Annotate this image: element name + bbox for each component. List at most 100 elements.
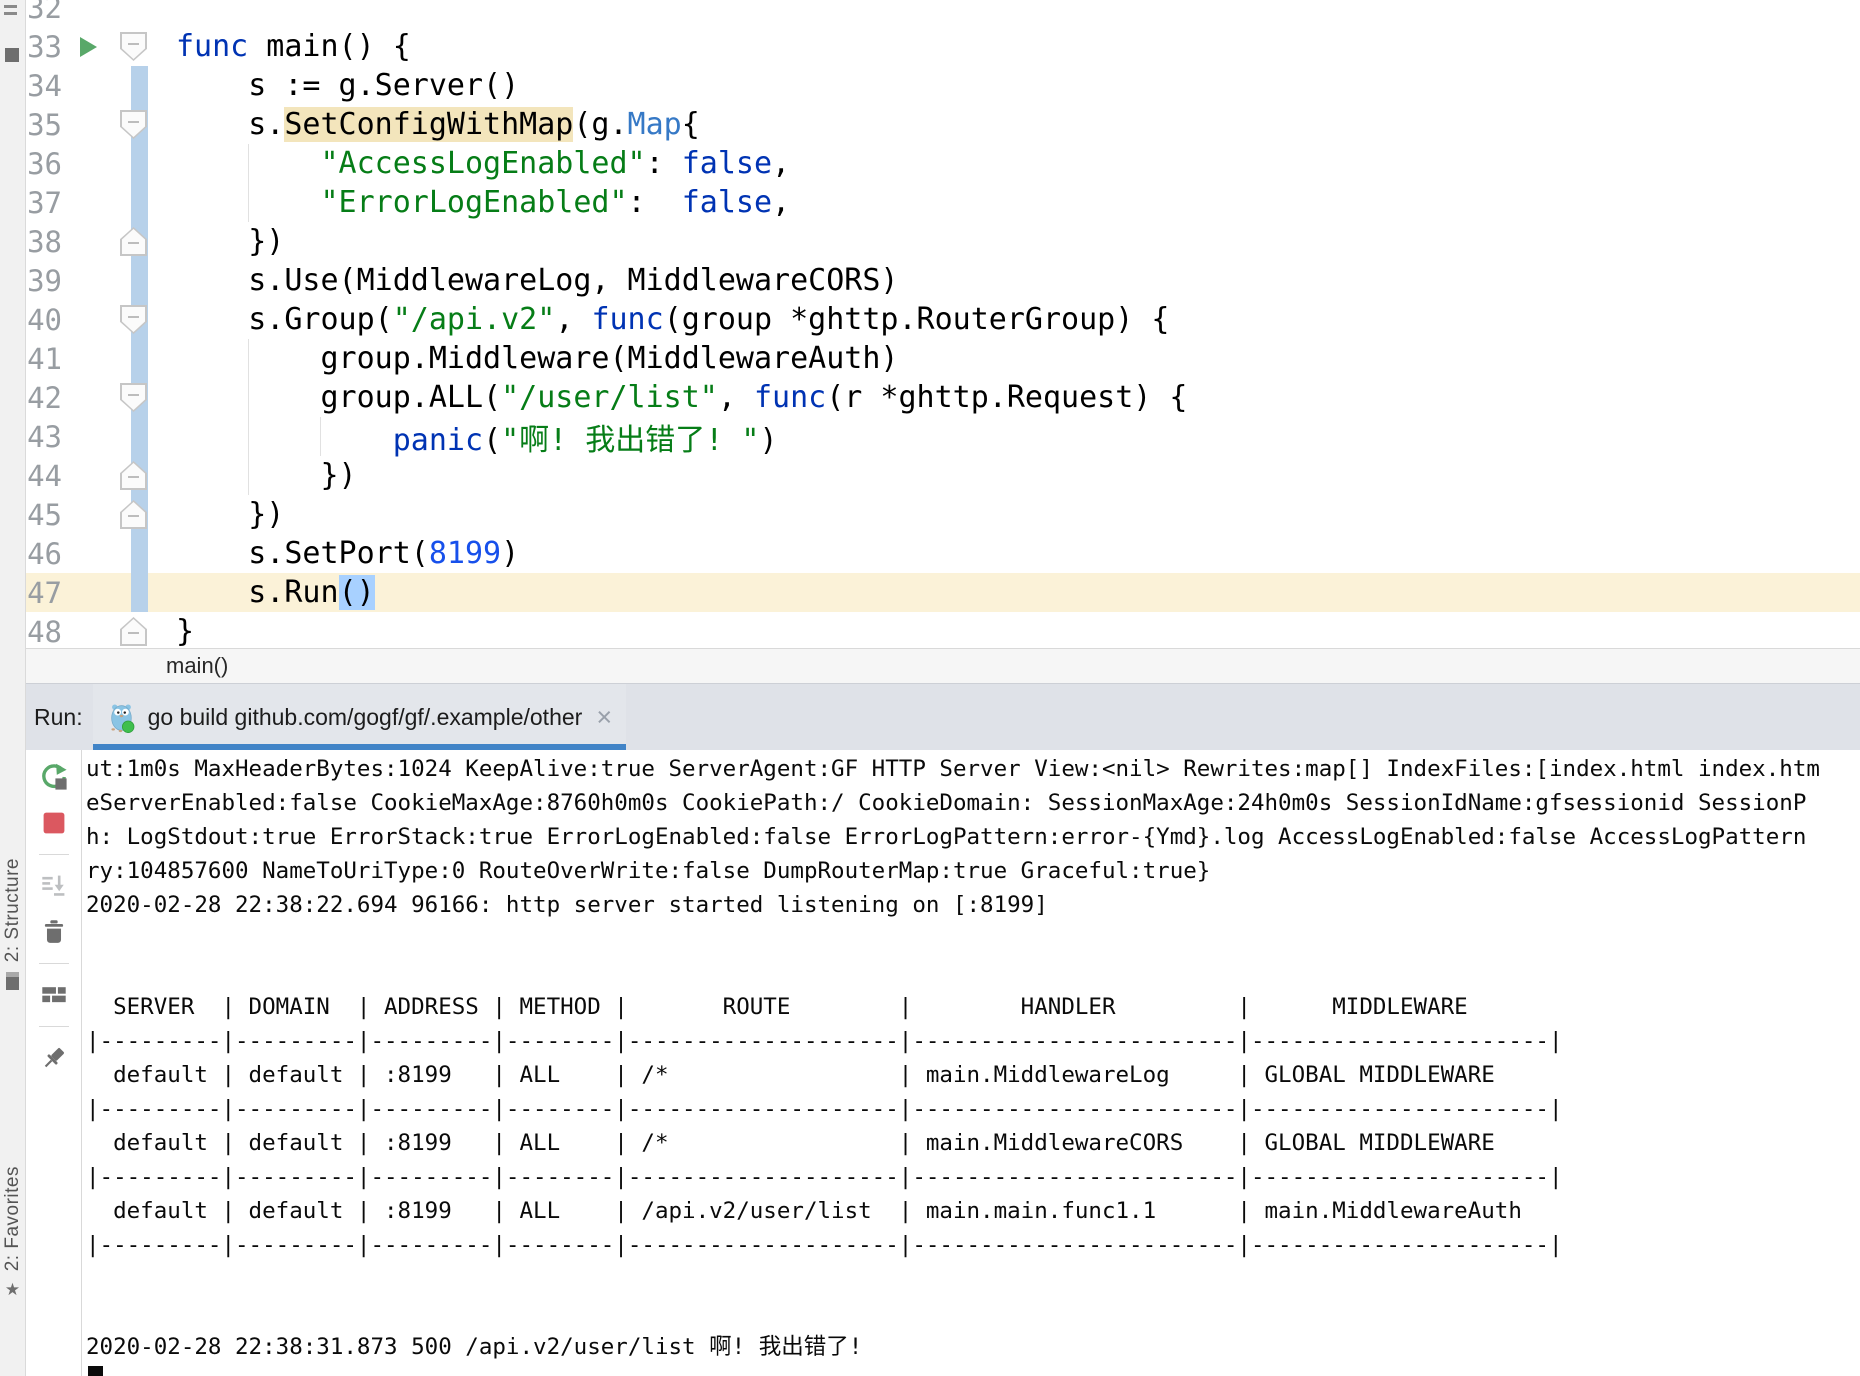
terminal-cursor xyxy=(88,1366,103,1376)
scroll-to-end-icon[interactable] xyxy=(39,871,69,901)
line-number[interactable]: 41 xyxy=(26,342,62,376)
gutter-marker-cell xyxy=(110,261,171,300)
vcs-change-marker xyxy=(131,183,148,222)
stop-icon[interactable] xyxy=(39,808,69,838)
line-number[interactable]: 40 xyxy=(26,303,62,337)
gutter-marker-cell xyxy=(110,417,171,456)
console-text[interactable]: ut:1m0s MaxHeaderBytes:1024 KeepAlive:tr… xyxy=(86,752,1860,1376)
line-number[interactable]: 39 xyxy=(26,264,62,298)
tool-window-stripe: 2: Structure 2: Favorites ★ xyxy=(0,0,26,1376)
code-line[interactable]: 46 s.SetPort(8199) xyxy=(26,534,1860,573)
line-number[interactable]: 33 xyxy=(26,30,62,64)
line-number[interactable]: 47 xyxy=(26,576,62,610)
code-text: "ErrorLogEnabled": false, xyxy=(171,185,1860,220)
run-gutter-icon[interactable] xyxy=(80,37,97,57)
toolbar-separator xyxy=(39,963,69,964)
favorites-label: 2: Favorites xyxy=(2,1166,24,1271)
run-toolbar xyxy=(26,750,82,1376)
fold-marker[interactable] xyxy=(120,110,147,139)
rerun-icon[interactable] xyxy=(39,762,69,792)
line-number[interactable]: 35 xyxy=(26,108,62,142)
code-text: group.Middleware(MiddlewareAuth) xyxy=(171,341,1860,376)
gutter-marker-cell xyxy=(110,222,171,261)
line-number[interactable]: 45 xyxy=(26,498,62,532)
line-number[interactable]: 36 xyxy=(26,147,62,181)
gutter-marker-cell xyxy=(110,495,171,534)
code-line[interactable]: 43 panic("啊! 我出错了! ") xyxy=(26,417,1860,456)
code-line[interactable]: 45 }) xyxy=(26,495,1860,534)
close-icon[interactable]: × xyxy=(596,704,612,731)
code-line[interactable]: 40 s.Group("/api.v2", func(group *ghttp.… xyxy=(26,300,1860,339)
code-text: func main() { xyxy=(171,29,1860,64)
gutter-marker-cell xyxy=(110,183,171,222)
code-line[interactable]: 33 func main() { xyxy=(26,27,1860,66)
code-line[interactable]: 42 group.ALL("/user/list", func(r *ghttp… xyxy=(26,378,1860,417)
pin-icon[interactable] xyxy=(39,1043,69,1073)
ide-window: 2: Structure 2: Favorites ★ 32 33 func mai… xyxy=(0,0,1860,1376)
code-text: }) xyxy=(171,497,1860,532)
fold-marker[interactable] xyxy=(120,617,147,646)
fold-marker[interactable] xyxy=(120,305,147,334)
code-text: group.ALL("/user/list", func(r *ghttp.Re… xyxy=(171,380,1860,415)
clear-icon[interactable] xyxy=(39,917,69,947)
line-number[interactable]: 32 xyxy=(26,0,62,25)
console-output[interactable]: ut:1m0s MaxHeaderBytes:1024 KeepAlive:tr… xyxy=(82,750,1860,1376)
run-label: Run: xyxy=(34,704,83,731)
vcs-change-marker xyxy=(131,573,148,612)
code-line[interactable]: 37 "ErrorLogEnabled": false, xyxy=(26,183,1860,222)
vcs-change-marker xyxy=(131,417,148,456)
line-number[interactable]: 34 xyxy=(26,69,62,103)
code-text: s := g.Server() xyxy=(171,68,1860,103)
gutter-marker-cell xyxy=(110,27,171,66)
fold-marker[interactable] xyxy=(120,32,147,61)
code-line[interactable]: 44 }) xyxy=(26,456,1860,495)
gutter-marker-cell xyxy=(110,456,171,495)
toolbar-separator xyxy=(39,854,69,855)
code-line[interactable]: 41 group.Middleware(MiddlewareAuth) xyxy=(26,339,1860,378)
fold-marker[interactable] xyxy=(120,383,147,412)
gutter-marker-cell xyxy=(110,378,171,417)
code-line[interactable]: 47 s.Run() xyxy=(26,573,1860,612)
code-text: s.Group("/api.v2", func(group *ghttp.Rou… xyxy=(171,302,1860,337)
code-line[interactable]: 34 s := g.Server() xyxy=(26,66,1860,105)
breadcrumb-item-main[interactable]: main() xyxy=(166,653,228,679)
sidebar-item-favorites[interactable]: 2: Favorites ★ xyxy=(0,1166,25,1298)
code-text: s.Run() xyxy=(171,575,1860,610)
line-number[interactable]: 38 xyxy=(26,225,62,259)
tool-window-icon[interactable] xyxy=(5,48,19,62)
line-number[interactable]: 43 xyxy=(26,420,62,454)
line-number[interactable]: 37 xyxy=(26,186,62,220)
gutter-marker-cell xyxy=(110,300,171,339)
line-number[interactable]: 48 xyxy=(26,615,62,649)
fold-marker[interactable] xyxy=(120,500,147,529)
code-text: s.SetPort(8199) xyxy=(171,536,1860,571)
run-tab-title: go build github.com/gogf/gf/.example/oth… xyxy=(148,704,583,731)
code-text: "AccessLogEnabled": false, xyxy=(171,146,1860,181)
go-gopher-run-icon xyxy=(107,702,138,733)
fold-marker[interactable] xyxy=(120,461,147,490)
stripe-fragment-icon xyxy=(4,5,17,8)
gutter-marker-cell xyxy=(110,534,171,573)
code-line[interactable]: 32 xyxy=(26,0,1860,27)
vcs-change-marker xyxy=(131,261,148,300)
code-line[interactable]: 35 s.SetConfigWithMap(g.Map{ xyxy=(26,105,1860,144)
code-text: } xyxy=(171,614,1860,648)
line-number[interactable]: 44 xyxy=(26,459,62,493)
code-line[interactable]: 48} xyxy=(26,612,1860,648)
code-line[interactable]: 36 "AccessLogEnabled": false, xyxy=(26,144,1860,183)
code-editor[interactable]: 3233func main() {34 s := g.Server()35 s.… xyxy=(26,0,1860,648)
structure-icon xyxy=(6,972,19,990)
code-text: panic("啊! 我出错了! ") xyxy=(171,415,1860,459)
run-panel-header: Run: xyxy=(26,683,1860,750)
vcs-change-marker xyxy=(131,534,148,573)
code-line[interactable]: 39 s.Use(MiddlewareLog, MiddlewareCORS) xyxy=(26,261,1860,300)
line-number[interactable]: 42 xyxy=(26,381,62,415)
code-line[interactable]: 38 }) xyxy=(26,222,1860,261)
line-number[interactable]: 46 xyxy=(26,537,62,571)
gutter-marker-cell xyxy=(110,66,171,105)
gutter-icon-cell xyxy=(62,37,110,57)
fold-marker[interactable] xyxy=(120,227,147,256)
restore-layout-icon[interactable] xyxy=(39,980,69,1010)
sidebar-item-structure[interactable]: 2: Structure xyxy=(0,858,25,990)
run-tab[interactable]: go build github.com/gogf/gf/.example/oth… xyxy=(93,684,627,750)
